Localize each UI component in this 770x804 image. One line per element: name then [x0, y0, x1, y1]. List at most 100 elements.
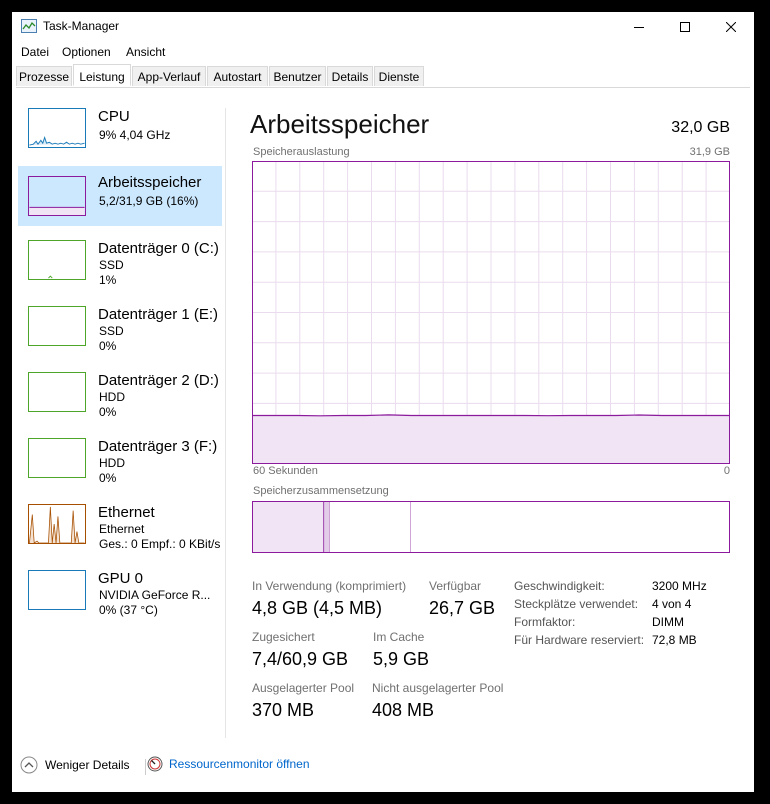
sidebar-item-label: Arbeitsspeicher [98, 174, 202, 191]
tab-leistung[interactable]: Leistung [73, 64, 131, 86]
form-factor-value: DIMM [652, 615, 684, 629]
memory-usage-graph [252, 161, 730, 464]
close-button[interactable] [708, 12, 754, 42]
sidebar-item-sub: 0% [99, 471, 117, 485]
tab-details[interactable]: Details [327, 66, 373, 86]
resource-monitor-label[interactable]: Ressourcenmonitor öffnen [169, 757, 310, 771]
hardware-reserved-label: Für Hardware reserviert: [514, 633, 645, 647]
maximize-button[interactable] [662, 12, 708, 42]
resource-monitor-icon [147, 756, 163, 772]
sidebar-item-memory[interactable]: Arbeitsspeicher 5,2/31,9 GB (16%) [18, 166, 222, 226]
sidebar-item-sub: 1% [99, 273, 117, 287]
disk-3-thumbnail-graph [28, 438, 86, 478]
composition-modified [323, 501, 330, 553]
sidebar-item-ethernet[interactable]: Ethernet Ethernet Ges.: 0 Empf.: 0 KBit/… [18, 500, 222, 560]
committed-value: 7,4/60,9 GB [252, 649, 349, 669]
performance-sidebar: CPU 9% 4,04 GHz Arbeitsspeicher 5,2/31,9… [16, 104, 224, 734]
sidebar-item-gpu-0[interactable]: GPU 0 NVIDIA GeForce R... 0% (37 °C) [18, 566, 222, 626]
sidebar-item-cpu[interactable]: CPU 9% 4,04 GHz [18, 104, 222, 164]
sidebar-item-sub: NVIDIA GeForce R... [99, 588, 211, 602]
time-axis-left: 60 Sekunden [253, 465, 318, 477]
less-details-label: Weniger Details [45, 758, 130, 772]
tab-prozesse[interactable]: Prozesse [16, 66, 72, 86]
available-value: 26,7 GB [429, 598, 496, 618]
gpu-0-thumbnail-graph [28, 570, 86, 610]
minimize-icon [634, 27, 644, 28]
composition-in-use [252, 501, 324, 553]
usage-graph-label: Speicherauslastung [253, 146, 350, 158]
sidebar-item-sub: HDD [99, 390, 125, 404]
sidebar-item-disk-0[interactable]: Datenträger 0 (C:) SSD 1% [18, 236, 222, 296]
sidebar-item-sub: 0% (37 °C) [99, 603, 158, 617]
sidebar-item-label: GPU 0 [98, 570, 144, 587]
tab-dienste[interactable]: Dienste [374, 66, 424, 86]
sidebar-item-label: CPU [98, 108, 130, 125]
sidebar-item-sub: Ges.: 0 Empf.: 0 KBit/s [99, 537, 221, 551]
sidebar-item-sub: 9% 4,04 GHz [99, 128, 171, 142]
sidebar-item-label: Datenträger 2 (D:) [98, 372, 219, 389]
composition-standby [329, 501, 411, 553]
tab-bar: Prozesse Leistung App-Verlauf Autostart … [16, 64, 750, 88]
maximize-icon [680, 22, 690, 32]
ethernet-thumbnail-graph [28, 504, 86, 544]
memory-thumbnail-graph [28, 176, 86, 216]
title-bar[interactable]: Task-Manager [12, 12, 754, 42]
sidebar-item-label: Ethernet [98, 504, 155, 521]
menu-optionen[interactable]: Optionen [62, 45, 111, 59]
menu-bar: Datei Optionen Ansicht [12, 42, 754, 62]
form-factor-label: Formfaktor: [514, 615, 576, 629]
sidebar-item-label: Datenträger 1 (E:) [98, 306, 219, 323]
sidebar-item-sub: HDD [99, 456, 125, 470]
sidebar-item-sub: 0% [99, 339, 117, 353]
sidebar-item-sub: Ethernet [99, 522, 145, 536]
committed-label: Zugesichert [252, 630, 315, 644]
tab-benutzer[interactable]: Benutzer [269, 66, 326, 86]
panel-divider [225, 108, 226, 738]
task-manager-window: Task-Manager Datei Optionen Ansicht Proz… [12, 12, 754, 792]
slots-value: 4 von 4 [652, 597, 692, 611]
window-title: Task-Manager [43, 19, 120, 33]
cached-value: 5,9 GB [373, 649, 430, 669]
nonpaged-pool-value: 408 MB [372, 700, 435, 720]
sidebar-item-disk-3[interactable]: Datenträger 3 (F:) HDD 0% [18, 434, 222, 494]
paged-pool-value: 370 MB [252, 700, 315, 720]
less-details-button[interactable]: Weniger Details [20, 756, 129, 774]
available-label: Verfügbar [429, 579, 482, 593]
menu-datei[interactable]: Datei [21, 45, 49, 59]
resource-monitor-link[interactable]: Ressourcenmonitor öffnen [147, 756, 310, 772]
slots-label: Steckplätze verwendet: [514, 597, 639, 611]
cached-label: Im Cache [373, 630, 425, 644]
disk-2-thumbnail-graph [28, 372, 86, 412]
hardware-reserved-value: 72,8 MB [652, 633, 697, 647]
in-use-label: In Verwendung (komprimiert) [252, 579, 407, 593]
footer-divider [145, 759, 146, 775]
tab-app-verlauf[interactable]: App-Verlauf [132, 66, 206, 86]
composition-free [410, 501, 730, 553]
sidebar-item-sub: 5,2/31,9 GB (16%) [99, 194, 199, 208]
speed-value: 3200 MHz [652, 579, 707, 593]
page-title: Arbeitsspeicher [250, 109, 430, 139]
usage-area [252, 414, 730, 464]
usage-graph-max: 31,9 GB [689, 146, 730, 158]
menu-ansicht[interactable]: Ansicht [126, 45, 165, 59]
close-icon [726, 22, 736, 32]
nonpaged-pool-label: Nicht ausgelagerter Pool [372, 681, 504, 695]
sidebar-item-sub: SSD [99, 324, 124, 338]
sidebar-item-disk-2[interactable]: Datenträger 2 (D:) HDD 0% [18, 368, 222, 428]
memory-composition-bar[interactable] [252, 501, 730, 553]
sidebar-item-sub: 0% [99, 405, 117, 419]
task-manager-icon [21, 19, 37, 33]
chevron-up-circle-icon [20, 756, 38, 774]
footer: Weniger Details Ressourcenmonitor öffnen [12, 748, 754, 788]
sidebar-item-label: Datenträger 0 (C:) [98, 240, 219, 257]
sidebar-item-label: Datenträger 3 (F:) [98, 438, 218, 455]
sidebar-item-disk-1[interactable]: Datenträger 1 (E:) SSD 0% [18, 302, 222, 362]
cpu-thumbnail-graph [28, 108, 86, 148]
composition-label: Speicherzusammensetzung [253, 485, 389, 497]
in-use-value: 4,8 GB (4,5 MB) [252, 598, 383, 618]
paged-pool-label: Ausgelagerter Pool [252, 681, 355, 695]
minimize-button[interactable] [616, 12, 662, 42]
tab-autostart[interactable]: Autostart [207, 66, 268, 86]
memory-total: 32,0 GB [671, 119, 730, 136]
time-axis-right: 0 [723, 465, 730, 477]
